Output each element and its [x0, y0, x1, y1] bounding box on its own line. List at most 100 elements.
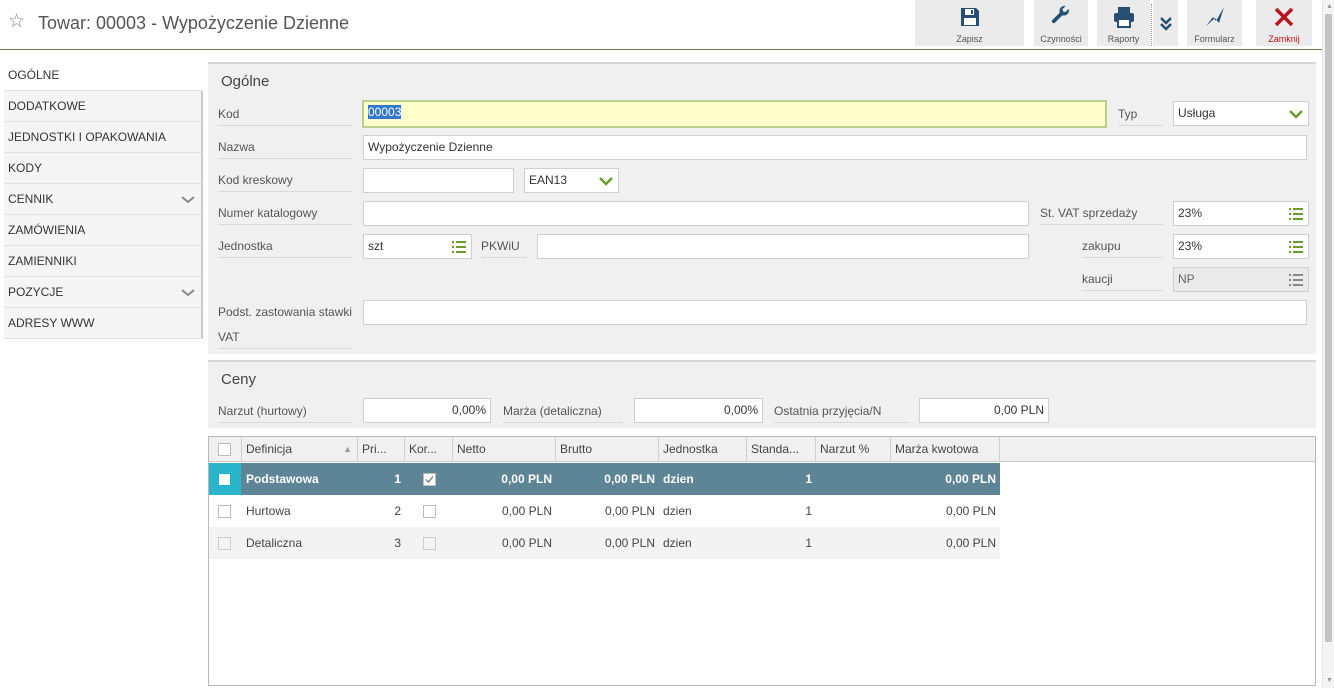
sidebar-item-kody[interactable]: KODY — [4, 153, 203, 184]
form-label: Formularz — [1194, 34, 1235, 44]
chevron-down-icon[interactable] — [181, 277, 195, 308]
list-icon[interactable] — [451, 239, 467, 255]
column-definicja[interactable]: Definicja ▲ — [242, 437, 358, 462]
cell-korekta-checkbox[interactable] — [423, 537, 436, 550]
list-icon[interactable] — [1288, 239, 1304, 255]
column-standard[interactable]: Standa... — [747, 437, 816, 462]
ostatnia-label: Ostatnia przyjęcia/N — [774, 399, 910, 423]
scroll-down-icon[interactable]: ▼ — [1326, 677, 1333, 685]
chevron-down-icon[interactable] — [181, 184, 195, 215]
sidebar: OGÓLNE DODATKOWE JEDNOSTKI I OPAKOWANIA … — [4, 60, 203, 339]
table-row[interactable]: Podstawowa 1 0,00 PLN 0,00 PLN dzien 1 0… — [209, 463, 1000, 495]
cell-korekta-checkbox[interactable] — [423, 505, 436, 518]
row-checkbox[interactable] — [218, 473, 231, 486]
nazwa-input[interactable]: Wypożyczenie Dzienne — [363, 135, 1307, 160]
pkwiu-label: PKWiU — [481, 234, 527, 258]
zakupu-value: 23% — [1178, 239, 1203, 253]
cell-narzut — [816, 463, 891, 495]
kaucji-value: NP — [1178, 272, 1195, 286]
sidebar-item-zamowienia[interactable]: ZAMÓWIENIA — [4, 215, 203, 246]
reports-button[interactable]: Raporty — [1097, 0, 1150, 46]
sidebar-item-label: JEDNOSTKI I OPAKOWANIA — [8, 130, 167, 144]
table-row[interactable]: Detaliczna 3 0,00 PLN 0,00 PLN dzien 1 0… — [209, 527, 1000, 559]
form-button[interactable]: Formularz — [1187, 0, 1242, 46]
column-label: Marża kwotowa — [895, 442, 979, 456]
column-marza-kwotowa[interactable]: Marża kwotowa — [891, 437, 1000, 462]
kod-input[interactable]: 00003 — [362, 100, 1107, 128]
wrench-icon — [1051, 5, 1069, 24]
jednostka-input[interactable]: szt — [363, 234, 472, 259]
sidebar-item-zamienniki[interactable]: ZAMIENNIKI — [4, 246, 203, 277]
sidebar-item-label: DODATKOWE — [8, 99, 86, 113]
vat-sales-label: St. VAT sprzedaży — [1040, 201, 1163, 225]
row-checkbox[interactable] — [218, 537, 231, 550]
sidebar-item-dodatkowe[interactable]: DODATKOWE — [4, 91, 203, 122]
narzut-input[interactable]: 0,00% — [363, 398, 491, 423]
numer-katalogowy-input[interactable] — [363, 201, 1029, 226]
cell-netto: 0,00 PLN — [501, 536, 552, 550]
nazwa-value: Wypożyczenie Dzienne — [368, 140, 493, 154]
column-label: Pri... — [362, 442, 387, 456]
sidebar-item-label: ZAMÓWIENIA — [8, 223, 86, 237]
barcode-type-select[interactable]: EAN13 — [524, 168, 619, 193]
podst-input[interactable] — [363, 300, 1307, 325]
column-korekta[interactable]: Kor... — [405, 437, 453, 462]
typ-label: Typ — [1118, 102, 1163, 126]
pkwiu-input[interactable] — [537, 234, 1029, 259]
row-checkbox[interactable] — [218, 505, 231, 518]
cell-priority: 1 — [394, 472, 401, 486]
sidebar-item-jednostki[interactable]: JEDNOSTKI I OPAKOWANIA — [4, 122, 203, 153]
column-brutto[interactable]: Brutto — [556, 437, 659, 462]
sidebar-item-ogolne[interactable]: OGÓLNE — [4, 60, 203, 91]
list-icon[interactable] — [1288, 272, 1304, 288]
cell-korekta-checkbox[interactable] — [423, 473, 436, 486]
sort-asc-icon: ▲ — [343, 444, 352, 454]
column-label: Brutto — [560, 442, 593, 456]
scrollbar-thumb[interactable] — [1325, 14, 1332, 642]
column-narzut[interactable]: Narzut % — [816, 437, 891, 462]
column-netto[interactable]: Netto — [453, 437, 556, 462]
cell-definicja: Hurtowa — [246, 504, 291, 518]
scroll-up-icon[interactable]: ▲ — [1326, 3, 1333, 11]
kaucji-label: kaucji — [1082, 267, 1163, 291]
double-chevron-down-icon — [1159, 17, 1172, 31]
marza-input[interactable]: 0,00% — [634, 398, 763, 423]
select-all-checkbox[interactable] — [218, 443, 231, 456]
cell-brutto: 0,00 PLN — [604, 472, 655, 486]
cell-brutto: 0,00 PLN — [604, 536, 655, 550]
sidebar-item-label: ZAMIENNIKI — [8, 254, 77, 268]
nazwa-label: Nazwa — [218, 135, 352, 159]
typ-select[interactable]: Usługa — [1173, 101, 1309, 126]
toolbar-divider — [1151, 4, 1152, 46]
column-jednostka[interactable]: Jednostka — [659, 437, 747, 462]
more-button[interactable] — [1153, 0, 1178, 46]
cell-narzut — [816, 495, 891, 527]
column-priority[interactable]: Pri... — [358, 437, 405, 462]
vertical-scrollbar[interactable]: ▲ ▼ — [1322, 0, 1334, 688]
sidebar-item-pozycje[interactable]: POZYCJE — [4, 277, 203, 308]
sidebar-item-cennik[interactable]: CENNIK — [4, 184, 203, 215]
sidebar-item-adresy-www[interactable]: ADRESY WWW — [4, 308, 203, 339]
cell-brutto: 0,00 PLN — [604, 504, 655, 518]
vat-sales-value: 23% — [1178, 206, 1203, 220]
star-icon[interactable]: ☆ — [8, 11, 28, 33]
list-icon[interactable] — [1288, 206, 1304, 222]
save-button[interactable]: Zapisz — [915, 0, 1024, 46]
table-row[interactable]: Hurtowa 2 0,00 PLN 0,00 PLN dzien 1 0,00… — [209, 495, 1000, 527]
narzut-value: 0,00% — [451, 403, 486, 417]
cell-definicja: Detaliczna — [246, 536, 303, 550]
zakupu-label: zakupu — [1082, 234, 1163, 258]
close-button[interactable]: Zamknij — [1256, 0, 1312, 46]
sidebar-item-label: ADRESY WWW — [8, 316, 95, 330]
cell-definicja: Podstawowa — [246, 472, 319, 486]
cell-jednostka: dzien — [663, 536, 692, 550]
kod-kreskowy-input[interactable] — [363, 168, 514, 193]
zakupu-input[interactable]: 23% — [1173, 234, 1309, 259]
sidebar-item-label: CENNIK — [8, 192, 54, 206]
ostatnia-input[interactable]: 0,00 PLN — [919, 398, 1049, 423]
prices-section: Ceny Narzut (hurtowy) 0,00% Marża (detal… — [208, 360, 1316, 428]
kaucji-input[interactable]: NP — [1173, 267, 1309, 292]
cell-standard: 1 — [805, 536, 812, 550]
actions-button[interactable]: Czynności — [1034, 0, 1088, 46]
vat-sales-input[interactable]: 23% — [1173, 201, 1309, 226]
